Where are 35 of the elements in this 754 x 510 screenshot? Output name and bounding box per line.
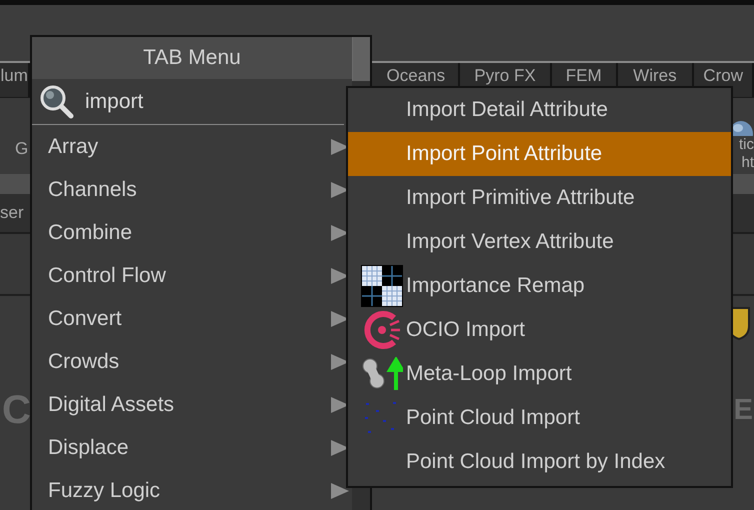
search-field[interactable]: import	[32, 79, 344, 125]
menu-item[interactable]: Import Primitive Attribute	[348, 176, 731, 220]
shelf-tab[interactable]: llum	[0, 67, 28, 84]
shelf-tab[interactable]: Wires	[633, 67, 677, 84]
menu-item[interactable]: Import Detail Attribute	[348, 88, 731, 132]
menu-item[interactable]: Meta-Loop Import	[348, 352, 731, 396]
submenu-arrow-icon	[330, 482, 350, 500]
menu-item[interactable]: Crowds	[48, 350, 120, 374]
menu-item[interactable]: Import Vertex Attribute	[348, 220, 731, 264]
shelf-tool-label[interactable]: tic ht	[739, 136, 754, 172]
menu-item[interactable]: Convert	[48, 306, 122, 330]
scrollbar-thumb[interactable]	[352, 37, 370, 81]
shelf-tool-label[interactable]: G	[15, 139, 28, 159]
shelf-tab[interactable]: Pyro FX	[474, 67, 536, 84]
menu-item[interactable]: Array	[48, 134, 98, 158]
shelf-tab[interactable]: FEM	[566, 67, 602, 84]
menu-item[interactable]: Control Flow	[48, 264, 166, 288]
menu-item[interactable]: Fuzzy Logic	[48, 478, 160, 502]
menu-item[interactable]: Import Point Attribute	[348, 132, 731, 176]
menu-item[interactable]: Combine	[48, 220, 132, 244]
menu-item[interactable]: OCIO Import	[348, 308, 731, 352]
checker-grid-icon	[361, 265, 403, 307]
menu-item[interactable]: Importance Remap	[348, 264, 731, 308]
menu-item[interactable]: Point Cloud Import	[348, 396, 731, 440]
blob-arrow-icon	[361, 357, 403, 391]
menu-item[interactable]: Channels	[48, 178, 137, 202]
shelf-tab[interactable]: Crow	[703, 67, 743, 84]
menu-item[interactable]: Displace	[48, 436, 129, 460]
shelf-tab[interactable]: Oceans	[386, 67, 446, 84]
search-icon	[39, 84, 75, 120]
menu-title: TAB Menu	[32, 37, 352, 79]
menu-item[interactable]: Point Cloud Import by Index	[348, 440, 731, 484]
panel-label: ser	[0, 203, 24, 223]
menu-item[interactable]: Digital Assets	[48, 392, 174, 416]
ring-icon	[362, 310, 402, 350]
